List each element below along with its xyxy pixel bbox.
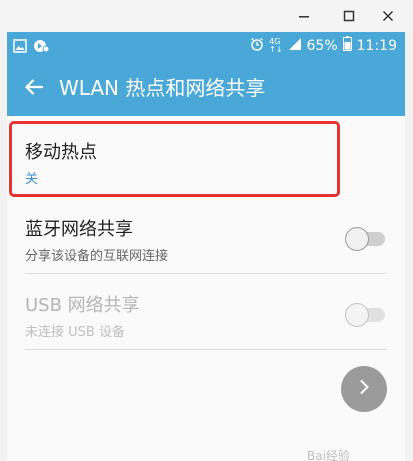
list-item-mobile-hotspot[interactable]: 移动热点 关: [7, 116, 405, 197]
battery-icon: [342, 36, 352, 55]
app-bar: WLAN 热点和网络共享: [7, 60, 405, 116]
page-title: WLAN 热点和网络共享: [59, 76, 266, 100]
bluetooth-tethering-switch[interactable]: [345, 226, 387, 251]
usb-tethering-switch: [345, 302, 387, 327]
phone-screen: 4G ↑↓ 65% 11:19 WLAN 热点和网络共享 移动热点 关 蓝牙网络…: [7, 32, 405, 461]
list-item-bluetooth-tethering[interactable]: 蓝牙网络共享 分享该设备的互联网连接: [7, 199, 405, 275]
arrow-left-icon: [24, 77, 44, 101]
item-title: USB 网络共享: [25, 295, 140, 316]
alarm-icon: [250, 37, 264, 55]
minimize-icon[interactable]: [289, 4, 319, 28]
status-bar: 4G ↑↓ 65% 11:19: [7, 32, 405, 60]
status-time: 11:19: [356, 37, 397, 54]
window-title-bar: [0, 0, 413, 32]
switch-thumb: [345, 303, 369, 327]
back-button[interactable]: [21, 76, 47, 102]
divider: [25, 273, 387, 274]
maximize-icon[interactable]: [334, 4, 364, 28]
item-title: 蓝牙网络共享: [25, 219, 133, 240]
close-icon[interactable]: [373, 4, 403, 28]
network-activity-label: ↑↓: [269, 44, 283, 54]
battery-percent: 65%: [306, 37, 338, 54]
item-subtitle: 分享该设备的互联网连接: [25, 249, 169, 264]
item-subtitle: 未连接 USB 设备: [25, 325, 125, 340]
list-item-usb-tethering: USB 网络共享 未连接 USB 设备: [7, 275, 405, 351]
chevron-right-icon: [355, 378, 373, 400]
signal-icon: [288, 37, 302, 55]
watermark: Bai经验: [307, 449, 350, 461]
gallery-icon: [13, 38, 27, 58]
next-button[interactable]: [341, 366, 387, 412]
notification-icon: [33, 38, 50, 58]
highlight-box: [9, 121, 340, 197]
divider: [25, 349, 387, 350]
network-indicator: 4G ↑↓: [269, 37, 283, 54]
switch-thumb: [345, 227, 369, 251]
